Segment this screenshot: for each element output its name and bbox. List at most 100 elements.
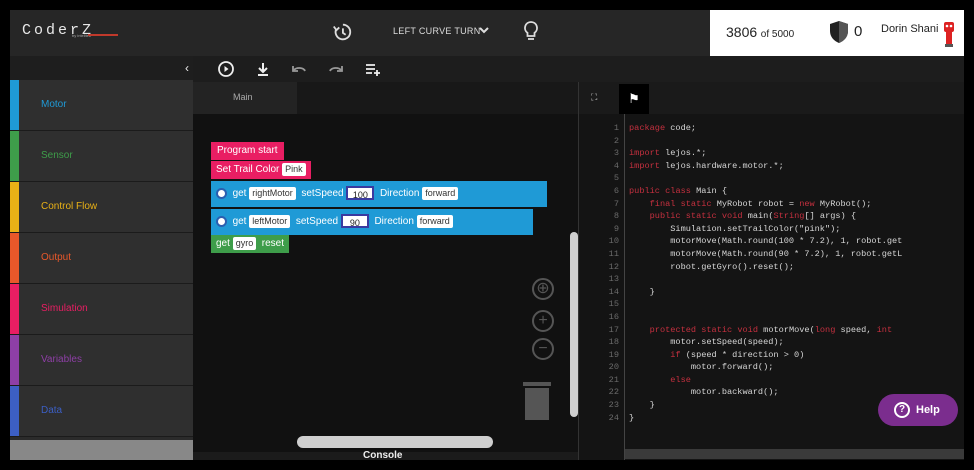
direction-label: Direction (374, 216, 414, 227)
line-number: 16 (608, 311, 619, 322)
set-speed-block-right[interactable]: get rightMotor setSpeed 100 Direction fo… (211, 181, 547, 207)
code-line: } (629, 400, 655, 411)
category-variables[interactable]: Variables (10, 335, 193, 386)
code-line: } (629, 412, 635, 423)
logo-accent (88, 34, 118, 36)
line-number: 10 (608, 236, 619, 247)
zoom-in-icon[interactable]: + (532, 310, 554, 332)
trail-label: Set Trail Color (216, 164, 280, 175)
line-number: 3 (613, 148, 619, 159)
play-icon[interactable] (217, 60, 235, 78)
category-sensor[interactable]: Sensor (10, 131, 193, 182)
category-output[interactable]: Output (10, 233, 193, 284)
code-editor[interactable]: package code; import lejos.*; import lejo… (629, 122, 902, 424)
category-label: Sensor (41, 150, 73, 161)
code-line: } (629, 286, 655, 297)
collapse-chevron-icon[interactable]: ‹ (185, 61, 189, 75)
horizontal-scrollbar[interactable] (297, 436, 493, 448)
tab-main-label: Main (233, 92, 253, 102)
tab-bar-empty (297, 82, 578, 114)
direction-dropdown[interactable]: forward (416, 214, 453, 228)
gutter-divider (624, 114, 625, 460)
console-bar[interactable]: Console (193, 450, 578, 461)
code-line: public class Main { (629, 185, 728, 196)
score-total: of 5000 (760, 29, 795, 40)
set-trail-color-block[interactable]: Set Trail Color Pink (211, 161, 311, 179)
motor-dropdown[interactable]: rightMotor (249, 186, 296, 200)
lightbulb-icon[interactable] (522, 20, 540, 42)
code-line: Simulation.setTrailColor("pink"); (629, 223, 841, 234)
zoom-out-icon[interactable]: − (532, 338, 554, 360)
active-line-highlight (625, 449, 964, 459)
redo-icon[interactable] (327, 60, 345, 78)
category-color-bar (10, 386, 19, 436)
setspeed-label: setSpeed (295, 216, 339, 227)
line-number: 9 (613, 223, 619, 234)
line-numbers: 1 2 3 4 5 6 7 8 9 10 11 12 13 14 15 16 17 18 19 20 21 22 23 24 (579, 122, 623, 442)
mission-title[interactable]: LEFT CURVE TURN (393, 26, 481, 36)
reset-label: reset (261, 238, 284, 249)
program-start-block[interactable]: Program start (211, 142, 284, 160)
tab-main[interactable]: Main (193, 82, 297, 114)
code-line: motor.backward(); (629, 387, 779, 398)
code-line: import lejos.*; (629, 148, 707, 159)
set-speed-block-left[interactable]: get leftMotor setSpeed 90 Direction forw… (211, 209, 533, 235)
trail-color-dropdown[interactable]: Pink (282, 162, 306, 176)
get-label: get (232, 216, 247, 227)
sensor-dropdown[interactable]: gyro (232, 236, 257, 250)
vertical-scrollbar[interactable] (570, 232, 578, 417)
add-list-icon[interactable] (364, 60, 382, 78)
category-data[interactable]: Data (10, 386, 193, 437)
line-number: 1 (613, 123, 619, 133)
code-line: if (speed * direction > 0) (670, 349, 805, 360)
trash-icon[interactable] (522, 380, 552, 422)
code-line: import lejos.hardware.motor.*; (629, 160, 784, 171)
gyro-reset-block[interactable]: get gyro reset (211, 235, 289, 253)
get-label: get (216, 238, 230, 249)
download-icon[interactable] (254, 60, 272, 78)
line-number: 2 (613, 135, 619, 146)
user-name[interactable]: Dorin Shani (881, 23, 938, 35)
motor-dropdown[interactable]: leftMotor (249, 214, 291, 228)
block-workspace: Main Program start Set Trail Color Pink … (193, 82, 578, 452)
app-window: CoderZ by intelitek LEFT CURVE TURN 3806… (0, 0, 974, 470)
block-canvas[interactable]: Program start Set Trail Color Pink get r… (193, 114, 578, 452)
speed-input[interactable]: 90 (340, 214, 369, 229)
help-label: Help (916, 404, 940, 416)
sidebar-bottom (10, 440, 193, 460)
score-panel: 3806 of 5000 0 Dorin Shani (710, 10, 964, 56)
code-tab-bar: ⛶ ⚑ (579, 82, 964, 114)
flag-icon[interactable]: ⚑ (619, 84, 649, 114)
code-line: robot.getGyro().reset(); (629, 261, 795, 272)
line-number: 24 (608, 412, 619, 423)
line-number: 6 (613, 185, 619, 196)
category-motor[interactable]: Motor (10, 80, 193, 131)
expand-icon[interactable]: ⛶ (591, 92, 603, 104)
recenter-icon[interactable]: ⊕ (532, 278, 554, 300)
chevron-down-icon[interactable] (478, 24, 490, 36)
category-color-bar (10, 80, 19, 130)
category-simulation[interactable]: Simulation (10, 284, 193, 335)
line-number: 11 (608, 248, 619, 259)
line-number: 17 (608, 324, 619, 335)
category-color-bar (10, 131, 19, 181)
category-control-flow[interactable]: Control Flow (10, 182, 193, 233)
category-label: Variables (41, 354, 82, 365)
score-value: 3806 (726, 24, 758, 40)
undo-icon[interactable] (290, 60, 308, 78)
code-line: else (670, 374, 691, 385)
category-label: Output (41, 252, 72, 263)
speed-input[interactable]: 100 (346, 186, 375, 201)
history-icon[interactable] (331, 21, 353, 43)
line-number: 20 (608, 362, 619, 373)
console-label: Console (363, 450, 403, 461)
line-number: 7 (613, 198, 619, 209)
category-color-bar (10, 335, 19, 385)
direction-dropdown[interactable]: forward (422, 186, 459, 200)
code-line: public static void main(String[] args) { (649, 211, 857, 222)
help-button[interactable]: ? Help (878, 394, 958, 426)
robot-avatar-icon[interactable] (942, 18, 956, 48)
